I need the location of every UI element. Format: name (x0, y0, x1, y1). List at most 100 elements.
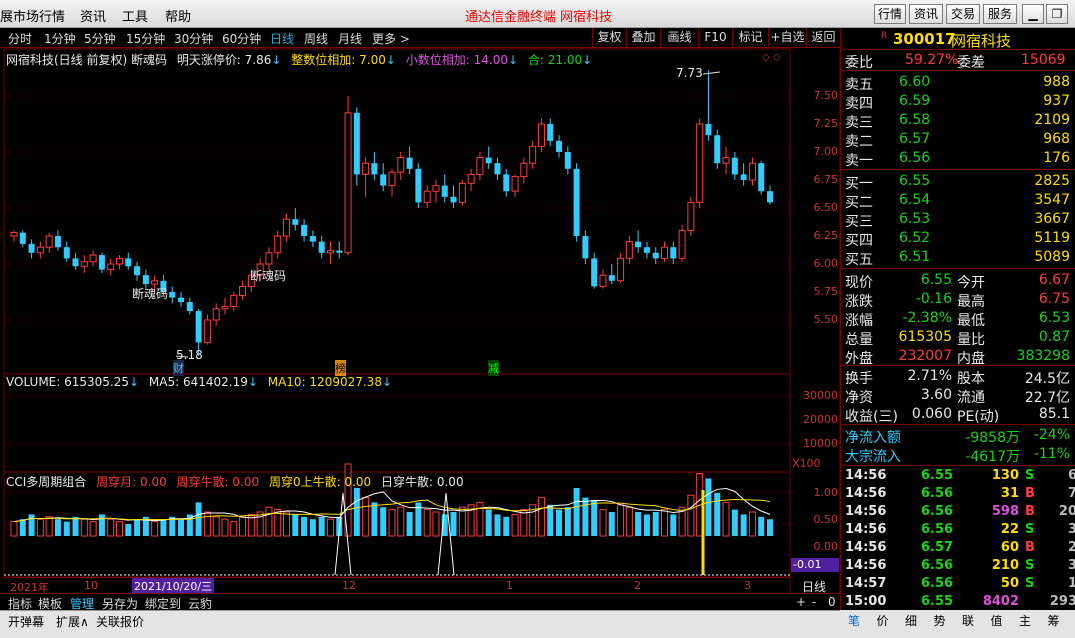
candle-body (353, 112, 360, 175)
tf-monthly[interactable]: 月线 (338, 30, 362, 47)
quote-stats-2: 换手 2.71% 股本 24.5亿 净资 3.60 流通 22.7亿 收益(三) 0.060 PE(… (841, 367, 1075, 425)
candle-body (432, 185, 440, 192)
stat-value: 85.1 (1038, 406, 1070, 422)
linked-quote-button[interactable]: 关联报价 (96, 613, 144, 629)
tf-more[interactable]: 更多 > (372, 30, 410, 47)
zoom-out-button[interactable]: - (812, 595, 816, 609)
menu-info[interactable]: 资讯 (80, 6, 106, 25)
menu-tools[interactable]: 工具 (122, 6, 148, 25)
tick-price: 6.56 (921, 576, 954, 591)
cai-marker[interactable]: 财 (173, 360, 184, 376)
quote-tab[interactable]: 价 (877, 612, 889, 629)
candle-body (301, 224, 308, 236)
menu-market[interactable]: 展市场行情 (0, 6, 65, 25)
volume-bar (547, 504, 554, 536)
tick-price: 6.56 (921, 522, 954, 537)
quote-tab[interactable]: 筹 (1048, 612, 1060, 629)
quote-tab[interactable]: 值 (991, 612, 1003, 629)
fuquan-button[interactable]: 复权 (592, 28, 626, 47)
tick-row: 14:56 6.56 598 B 20 (841, 504, 1075, 522)
stat-label: 外盘 (845, 351, 873, 367)
volume-bar (503, 516, 510, 536)
ask-label: 卖一 (845, 153, 873, 169)
tick-count: 7 (1067, 486, 1075, 501)
volume-bar (582, 497, 589, 536)
quote-tab[interactable]: 联 (962, 612, 974, 629)
cci-tick: 0.00 (813, 540, 839, 553)
quote-tab[interactable]: 笔 (848, 612, 860, 629)
stat-value: 6.53 (1038, 310, 1070, 326)
main-indicator-title: 网宿科技(日线 前复权) 断魂码 明天涨停价: 7.86↓ 整数位相加: 7.0… (6, 53, 593, 67)
tf-1min[interactable]: 1分钟 (44, 30, 76, 47)
bang-marker[interactable]: 榜 (335, 360, 346, 376)
volume-bar (63, 521, 70, 536)
service-button[interactable]: 服务 (983, 4, 1017, 24)
bid-label: 买三 (845, 214, 873, 230)
minimize-icon[interactable]: ▁ (1022, 4, 1044, 24)
candle-body (336, 250, 343, 253)
volume-bar (283, 511, 291, 537)
tick-time: 14:56 (845, 468, 887, 483)
expand-button[interactable]: 扩展∧ (56, 613, 89, 629)
tf-daily[interactable]: 日线 (270, 30, 294, 47)
tick-price: 6.55 (921, 594, 954, 609)
quote-panel: R 300017 网宿科技 委比 59.27% 委差 15069 卖五 6.60 9… (840, 28, 1075, 610)
candle-body (10, 232, 18, 237)
stat-label: PE(动) (957, 409, 1000, 425)
price-tick: 6.75 (813, 173, 839, 186)
menu-help[interactable]: 帮助 (165, 6, 191, 25)
tf-30min[interactable]: 30分钟 (174, 30, 213, 47)
flow-percent: -11% (1033, 446, 1070, 462)
quote-tab[interactable]: 势 (934, 612, 946, 629)
draw-button[interactable]: 画线 (660, 28, 698, 47)
volume-bar (203, 511, 211, 537)
reset-button[interactable]: 0 (828, 595, 836, 609)
danmu-button[interactable]: 开弹幕 (8, 613, 44, 629)
duanhunma-label-1: 断魂码 (132, 287, 169, 301)
quote-button[interactable]: 行情 (874, 4, 906, 24)
jian-marker[interactable]: 减 (488, 360, 499, 376)
candle-body (748, 162, 756, 181)
ask-price: 6.59 (899, 93, 931, 109)
add-watch-button[interactable]: +自选 (768, 28, 806, 47)
overlay-button[interactable]: 叠加 (626, 28, 660, 47)
back-button[interactable]: 返回 (806, 28, 840, 47)
tf-15min[interactable]: 15分钟 (126, 30, 165, 47)
volume-bar (687, 494, 695, 537)
candle-body (591, 258, 598, 287)
tf-weekly[interactable]: 周线 (304, 30, 328, 47)
candle-body (767, 191, 773, 203)
tf-5min[interactable]: 5分钟 (84, 30, 116, 47)
volume-bar (371, 502, 378, 536)
candle-body (467, 173, 475, 184)
f10-button[interactable]: F10 (698, 28, 732, 47)
info-button[interactable]: 资讯 (909, 4, 943, 24)
cci-week-bull: 周穿牛散: 0.00 (176, 475, 260, 489)
candle-body (608, 275, 615, 281)
date-tick: 1 (506, 579, 513, 592)
price-tick: 5.50 (813, 313, 839, 326)
tick-volume: 8402 (982, 594, 1019, 609)
quote-tab[interactable]: 主 (1019, 612, 1031, 629)
candle-body (169, 292, 176, 298)
volume-bar (125, 524, 132, 536)
zoom-in-button[interactable]: + (796, 595, 806, 609)
tick-volume: 50 (1000, 576, 1019, 591)
tick-price: 6.56 (921, 558, 954, 573)
tf-fenshi[interactable]: 分时 (8, 30, 32, 47)
candle-body (344, 112, 352, 254)
stat-value: 0.87 (1038, 329, 1070, 345)
cci-week-month: 周穿月: 0.00 (96, 475, 167, 489)
chart-corner-icons[interactable]: ◇ ◇ (762, 52, 781, 63)
quote-tab[interactable]: 细 (905, 612, 917, 629)
trade-button[interactable]: 交易 (946, 4, 980, 24)
ask-volume: 988 (1043, 74, 1070, 90)
mark-button[interactable]: 标记 (732, 28, 768, 47)
cci-current-value: -0.01 (791, 558, 839, 572)
restore-icon[interactable]: ❐ (1046, 4, 1068, 24)
tf-60min[interactable]: 60分钟 (222, 30, 261, 47)
candle-body (274, 235, 282, 254)
candle-body (186, 302, 193, 312)
volume-bar (45, 516, 53, 537)
tick-time: 14:56 (845, 504, 887, 519)
